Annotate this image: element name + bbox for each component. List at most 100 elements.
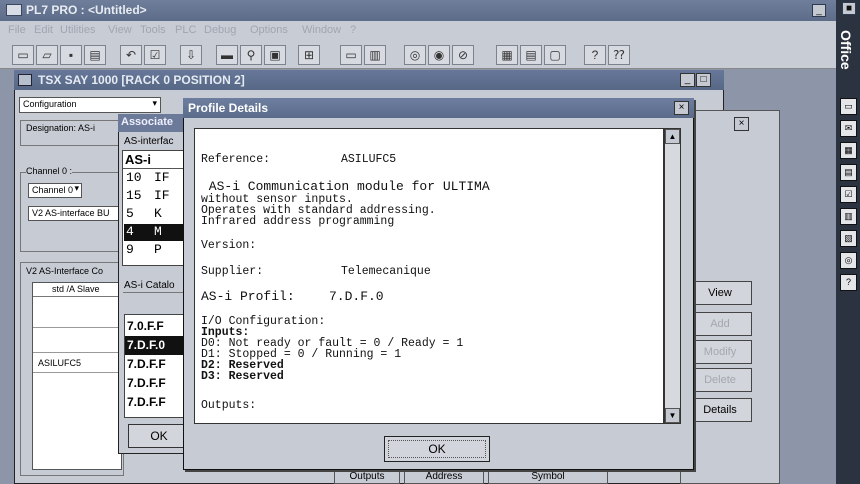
list-icon[interactable]: ▤ [520,45,542,65]
details-scrollbar[interactable] [664,128,681,424]
validate-icon[interactable]: ☑ [144,45,166,65]
office-bar-label: Office [838,30,854,70]
add-button[interactable]: Add [688,312,752,336]
menu-debug[interactable]: Debug [204,24,236,36]
new-file-icon[interactable]: ▭ [12,45,34,65]
slave-code: K [154,206,162,221]
slave-column-header: std /A Slave [52,284,100,294]
slave-address: 10 [126,170,142,185]
table-divider [33,372,121,373]
profile-value: 7.D.F.0 [329,289,384,304]
scroll-down-icon[interactable]: ▼ [665,408,680,423]
binoculars-icon[interactable]: ⚲ [240,45,262,65]
scroll-up-icon[interactable]: ▲ [665,129,680,144]
close-icon[interactable]: × [734,117,749,131]
maximize-button[interactable]: □ [696,73,711,87]
list-item[interactable]: 7.D.F.F [125,374,183,393]
menu-help[interactable]: ? [350,24,356,36]
screen-icon[interactable]: ▣ [264,45,286,65]
office-contact-icon[interactable]: ▥ [840,208,857,225]
context-help-icon[interactable]: ⁇ [608,45,630,65]
menu-options[interactable]: Options [250,24,288,36]
list-item[interactable]: 10 IF [124,170,186,187]
table-icon[interactable]: ▥ [364,45,386,65]
delete-button[interactable]: Delete [688,368,752,392]
print-icon[interactable]: ▤ [84,45,106,65]
list-item[interactable]: 15 IF [124,188,186,205]
list-item[interactable]: 9 P [124,242,186,259]
channel-group-label: Channel 0 : [26,166,73,176]
minimize-button[interactable]: _ [680,73,695,87]
tab-address[interactable]: Address [404,470,484,484]
config-window-title-text: TSX SAY 1000 [RACK 0 POSITION 2] [38,73,245,87]
channel-select[interactable]: Channel 0 ▾ [28,183,82,198]
run-icon[interactable]: ◎ [404,45,426,65]
table-divider [33,327,121,328]
details-ok-button[interactable]: OK [384,436,490,462]
list-item[interactable]: 7.0.F.F [125,317,183,336]
transfer-icon[interactable]: ⇩ [180,45,202,65]
close-button[interactable]: × [674,101,689,115]
slave-code: P [154,242,162,257]
office-close-icon[interactable]: ■ [842,2,856,15]
office-journal-icon[interactable]: ▧ [840,230,857,247]
init-icon[interactable]: ⊘ [452,45,474,65]
office-doc-icon[interactable]: ▭ [840,98,857,115]
function-field[interactable]: V2 AS-interface BU [28,206,124,221]
menu-plc[interactable]: PLC [175,24,196,36]
table-divider [33,352,121,353]
office-task-icon[interactable]: ☑ [840,186,857,203]
list-item[interactable]: 7.D.F.F [125,393,183,412]
slave-code: M [154,224,162,239]
help-icon[interactable]: ? [584,45,606,65]
list-item[interactable]: 7.D.F.F [125,355,183,374]
list-item[interactable]: 7.D.F.0 [125,336,183,355]
associate-ok-button[interactable]: OK [128,424,190,448]
office-mail-icon[interactable]: ✉ [840,120,857,137]
menu-window[interactable]: Window [302,24,341,36]
outputs-label: Outputs: [201,399,257,412]
tab-symbol[interactable]: Symbol [488,470,608,484]
view-button[interactable]: View [688,281,752,305]
office-web-icon[interactable]: ◎ [840,252,857,269]
modify-button[interactable]: Modify [688,340,752,364]
menu-view[interactable]: View [108,24,132,36]
monitor-icon[interactable]: ▭ [340,45,362,65]
v2-config-label: V2 AS-Interface Co [26,266,104,276]
app-title-bar: PL7 PRO : <Untitled> [0,0,860,21]
open-file-icon[interactable]: ▱ [36,45,58,65]
supplier-label: Supplier: [201,265,264,278]
slave-table[interactable] [32,282,122,470]
list-item[interactable]: 4 M [124,224,186,241]
menu-file[interactable]: File [8,24,26,36]
rack-icon[interactable]: ▦ [496,45,518,65]
version-label: Version: [201,239,257,252]
list-item[interactable]: 5 K [124,206,186,223]
slave-address: 5 [126,206,134,221]
details-button[interactable]: Details [688,398,752,422]
slave-entry[interactable]: ASILUFC5 [38,358,81,368]
menu-tools[interactable]: Tools [140,24,166,36]
slave-code: IF [154,188,170,203]
view-select[interactable]: Configuration ▾ [19,97,161,113]
window-icon[interactable]: ▬ [216,45,238,65]
menu-utilities[interactable]: Utilities [60,24,95,36]
view-select-value: Configuration [23,99,77,109]
stop-icon[interactable]: ◉ [428,45,450,65]
office-calendar-icon[interactable]: ▦ [840,142,857,159]
tab-outputs[interactable]: Outputs [334,470,400,484]
menu-edit[interactable]: Edit [34,24,53,36]
minimize-icon[interactable]: _ [812,4,826,17]
network-icon[interactable]: ⊞ [298,45,320,65]
description-title: AS-i Communication module for ULTIMA [201,179,490,194]
channel-select-value: Channel 0 [32,185,74,195]
save-icon[interactable]: ▪ [60,45,82,65]
office-help-icon[interactable]: ? [840,274,857,291]
reference-value: ASILUFC5 [341,153,397,166]
menu-bar: File Edit Utilities View Tools PLC Debug… [0,21,836,41]
list-divider [123,168,187,169]
frame-icon[interactable]: ▢ [544,45,566,65]
office-note-icon[interactable]: ▤ [840,164,857,181]
description-line: Infrared address programming [201,215,395,228]
undo-icon[interactable]: ↶ [120,45,142,65]
